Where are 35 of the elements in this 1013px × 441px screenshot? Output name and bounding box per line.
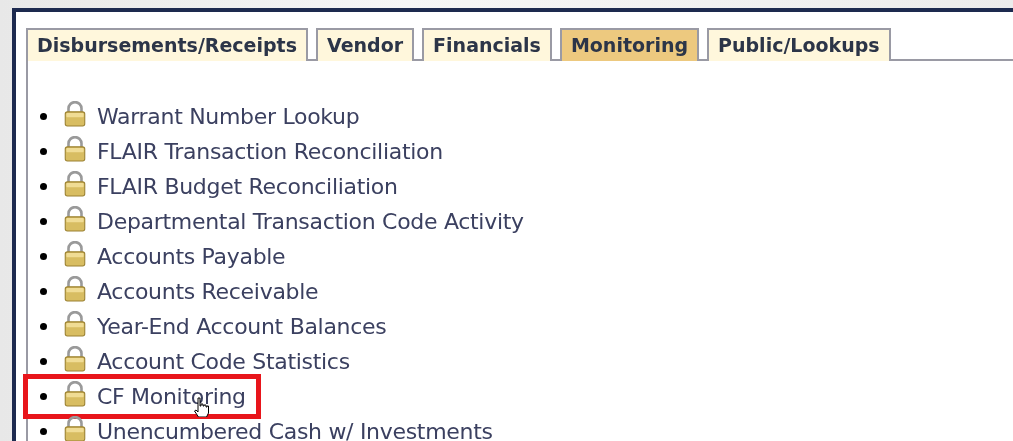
link[interactable]: CF Monitoring: [97, 384, 246, 409]
tab[interactable]: Disbursements/Receipts: [26, 28, 308, 61]
bullet-icon: [40, 148, 47, 155]
padlock-icon: [63, 275, 87, 302]
padlock-icon: [63, 100, 87, 127]
link[interactable]: Unencumbered Cash w/ Investments: [97, 419, 493, 441]
link[interactable]: Account Code Statistics: [97, 349, 350, 374]
link[interactable]: Accounts Payable: [97, 244, 286, 269]
padlock-icon: [63, 415, 87, 441]
padlock-icon: [63, 345, 87, 372]
link[interactable]: FLAIR Transaction Reconciliation: [97, 139, 443, 164]
tab[interactable]: Public/Lookups: [707, 28, 891, 61]
bullet-icon: [40, 428, 47, 435]
bullet-icon: [40, 183, 47, 190]
padlock-icon: [63, 310, 87, 337]
tab[interactable]: Monitoring: [559, 28, 700, 61]
bullet-icon: [40, 358, 47, 365]
bullet-icon: [40, 393, 47, 400]
padlock-icon: [63, 135, 87, 162]
link[interactable]: Departmental Transaction Code Activity: [97, 209, 524, 234]
link[interactable]: Warrant Number Lookup: [97, 104, 360, 129]
padlock-icon: [63, 170, 87, 197]
bullet-icon: [40, 113, 47, 120]
link[interactable]: Year-End Account Balances: [97, 314, 387, 339]
padlock-icon: [63, 380, 87, 407]
link[interactable]: Accounts Receivable: [97, 279, 319, 304]
bullet-icon: [40, 218, 47, 225]
padlock-icon: [63, 205, 87, 232]
bullet-icon: [40, 253, 47, 260]
bullet-icon: [40, 288, 47, 295]
padlock-icon: [63, 240, 87, 267]
tab[interactable]: Vendor: [316, 28, 415, 61]
link[interactable]: FLAIR Budget Reconciliation: [97, 174, 398, 199]
bullet-icon: [40, 323, 47, 330]
tab[interactable]: Financials: [422, 28, 552, 61]
